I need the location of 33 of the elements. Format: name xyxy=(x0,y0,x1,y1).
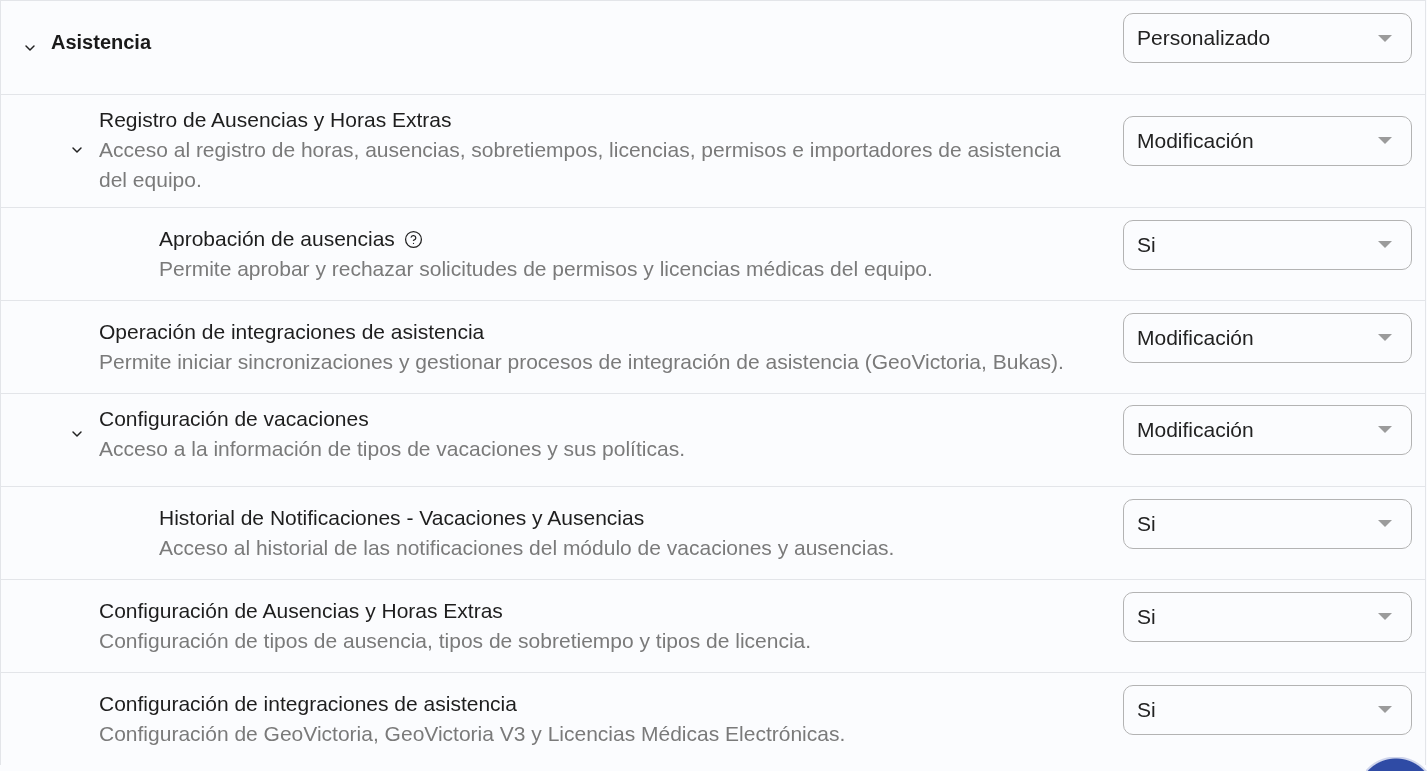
permission-title: Configuración de integraciones de asistencia xyxy=(99,691,517,717)
access-select[interactable]: Si xyxy=(1123,498,1412,549)
access-select[interactable]: Si xyxy=(1123,684,1412,735)
access-select[interactable]: Modificación xyxy=(1123,404,1412,455)
caret-icon xyxy=(1378,613,1392,620)
help-icon[interactable] xyxy=(403,229,423,249)
permission-title: Configuración de Ausencias y Horas Extras xyxy=(99,598,503,624)
access-select[interactable]: Modificación xyxy=(1123,312,1412,363)
permission-title: Historial de Notificaciones - Vacaciones y Ausencias xyxy=(159,505,645,531)
permission-title: Operación de integraciones de asistencia xyxy=(99,319,485,345)
access-select[interactable]: Modificación xyxy=(1123,115,1412,166)
caret-icon xyxy=(1378,334,1392,341)
permission-description: Permite iniciar sincronizaciones y gestionar procesos de integración de asistencia (GeoVictoria, Bukas). xyxy=(99,349,1065,375)
permission-description: Configuración de tipos de ausencia, tipos de sobretiempo y tipos de licencia. xyxy=(99,628,813,654)
caret-icon xyxy=(1378,34,1392,42)
access-select[interactable]: Si xyxy=(1123,219,1412,270)
caret-icon xyxy=(1378,706,1392,713)
permission-description: Configuración de GeoVictoria, GeoVictoria V3 y Licencias Médicas Electrónicas. xyxy=(99,721,847,747)
access-select[interactable]: Si xyxy=(1123,591,1412,642)
caret-icon xyxy=(1378,426,1392,433)
permission-title: Configuración de vacaciones xyxy=(99,406,369,432)
floating-action-button[interactable] xyxy=(1366,757,1427,771)
permission-description: Acceso al historial de las notificaciones del módulo de vacaciones y ausencias. xyxy=(159,535,896,561)
permission-description: Permite aprobar y rechazar solicitudes de permisos y licencias médicas del equipo. xyxy=(159,256,934,282)
permission-title: Registro de Ausencias y Horas Extras xyxy=(99,107,452,133)
permission-description: Acceso a la información de tipos de vacaciones y sus políticas. xyxy=(99,436,686,462)
permission-description: Acceso al registro de horas, ausencias, sobretiempos, licencias, permisos e importadores de asistencia del equipo. xyxy=(99,137,1062,193)
permission-title: Aprobación de ausencias xyxy=(159,226,395,252)
section-title: Asistencia xyxy=(51,31,152,53)
caret-icon xyxy=(1378,241,1392,248)
caret-icon xyxy=(1378,137,1392,144)
access-select[interactable]: Personalizado xyxy=(1123,13,1412,63)
caret-icon xyxy=(1378,520,1392,527)
